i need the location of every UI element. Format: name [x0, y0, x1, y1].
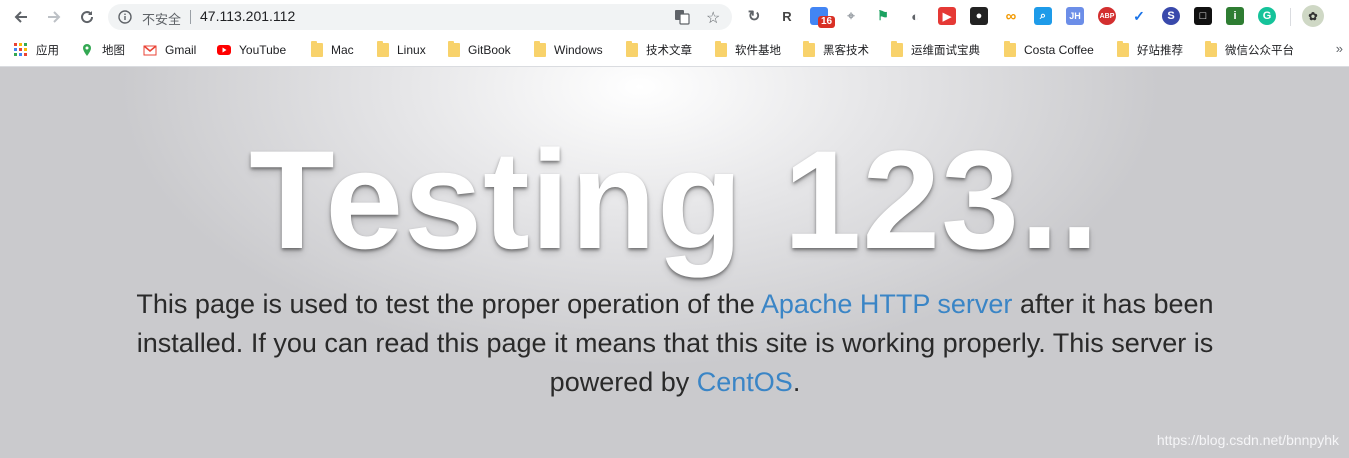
bookmark-gmail[interactable]: Gmail	[143, 41, 196, 59]
bookmark-folder-software[interactable]: 软件基地	[715, 41, 781, 59]
security-label[interactable]: 不安全	[142, 9, 181, 28]
bookmarks-overflow-button[interactable]: »	[1336, 41, 1343, 56]
forward-button[interactable]	[42, 6, 66, 28]
extension-dark-icon[interactable]: ●	[970, 7, 988, 25]
extension-grammarly-icon[interactable]: G	[1258, 7, 1276, 25]
bookmark-label: Gmail	[165, 43, 197, 57]
apache-link[interactable]: Apache HTTP server	[761, 289, 1013, 319]
bookmark-label: Mac	[331, 43, 354, 57]
bookmark-label: Costa Coffee	[1024, 43, 1094, 57]
bookmark-folder-hacker[interactable]: 黑客技术	[803, 41, 869, 59]
toolbar-divider	[1290, 8, 1291, 26]
bookmark-folder-gitbook[interactable]: GitBook	[448, 41, 511, 59]
bookmark-apps[interactable]: 应用	[14, 41, 59, 59]
bookmark-star-icon[interactable]: ☆	[706, 8, 720, 28]
extension-s-icon[interactable]: S	[1162, 7, 1180, 25]
extension-adblock-icon[interactable]: ABP	[1098, 7, 1116, 25]
extension-info-icon[interactable]: i	[1226, 7, 1244, 25]
bookmark-label: 应用	[36, 43, 59, 57]
lead-paragraph: This page is used to test the proper ope…	[110, 285, 1240, 402]
gmail-icon	[143, 43, 157, 57]
info-icon[interactable]	[118, 10, 132, 24]
extension-check-icon[interactable]: ✓	[1130, 7, 1148, 25]
folder-icon	[448, 41, 460, 57]
url-text[interactable]: 47.113.201.112	[200, 8, 295, 24]
bookmarks-bar: 应用 地图 Gmail YouTube Mac Linux GitBook Wi…	[0, 34, 1349, 67]
bookmark-label: YouTube	[239, 43, 287, 57]
apps-grid-icon	[14, 43, 28, 57]
bookmark-folder-mac[interactable]: Mac	[311, 41, 354, 59]
folder-icon	[1117, 41, 1129, 57]
bookmark-folder-tech-articles[interactable]: 技术文章	[626, 41, 692, 59]
extension-refresh-icon[interactable]: ↻	[745, 7, 763, 25]
lead-text: This page is used to test the proper ope…	[136, 289, 761, 319]
folder-icon	[715, 41, 727, 57]
extension-badge: 16	[818, 16, 836, 28]
back-arrow-icon	[14, 11, 27, 23]
bookmark-folder-costa[interactable]: Costa Coffee	[1004, 41, 1094, 59]
page-headline: Testing 123..	[249, 121, 1100, 278]
bookmark-label: 运维面试宝典	[911, 43, 980, 57]
bookmark-label: 微信公众平台	[1225, 43, 1294, 57]
reload-button[interactable]	[75, 6, 99, 28]
browser-toolbar: 不安全 47.113.201.112 ☆ ↻ R 16 ⌖ ⚑ ◐ ▶ ● ∞ …	[0, 0, 1349, 34]
address-bar[interactable]: 不安全 47.113.201.112 ☆	[108, 4, 732, 30]
bookmark-maps[interactable]: 地图	[80, 41, 125, 59]
reload-icon	[81, 11, 94, 24]
folder-icon	[377, 41, 389, 57]
extension-cursor-icon[interactable]: ⌖	[842, 7, 860, 25]
maps-pin-icon	[80, 43, 94, 57]
folder-icon	[1004, 41, 1016, 57]
back-button[interactable]	[9, 6, 33, 28]
extension-infinity-icon[interactable]: ∞	[1002, 7, 1020, 25]
forward-arrow-icon	[48, 11, 61, 23]
folder-icon	[1205, 41, 1217, 57]
bookmark-label: Windows	[554, 43, 603, 57]
bookmark-youtube[interactable]: YouTube	[217, 41, 286, 59]
bookmark-folder-linux[interactable]: Linux	[377, 41, 426, 59]
centos-link[interactable]: CentOS	[697, 367, 793, 397]
lead-text: .	[792, 367, 801, 397]
profile-avatar-icon[interactable]: ✿	[1302, 5, 1324, 27]
bookmark-folder-windows[interactable]: Windows	[534, 41, 603, 59]
bookmark-label: GitBook	[468, 43, 511, 57]
folder-icon	[534, 41, 546, 57]
translate-icon[interactable]	[674, 9, 690, 25]
extension-search-icon[interactable]: ⌕	[1034, 7, 1052, 25]
bookmark-label: 黑客技术	[823, 43, 869, 57]
extension-r-icon[interactable]: R	[778, 7, 796, 25]
extension-square-icon[interactable]: □	[1194, 7, 1212, 25]
folder-icon	[311, 41, 323, 57]
extension-mouse-icon[interactable]: ◐	[906, 7, 924, 25]
bookmark-folder-wechat[interactable]: 微信公众平台	[1205, 41, 1294, 59]
folder-icon	[891, 41, 903, 57]
folder-icon	[626, 41, 638, 57]
bookmark-label: 软件基地	[735, 43, 781, 57]
extension-video-icon[interactable]: ▶	[938, 7, 956, 25]
bookmark-label: 技术文章	[646, 43, 692, 57]
bookmark-label: 好站推荐	[1137, 43, 1183, 57]
page-content: Testing 123.. This page is used to test …	[0, 67, 1349, 458]
extension-jh-icon[interactable]: JH	[1066, 7, 1084, 25]
youtube-icon	[217, 43, 231, 57]
bookmark-folder-sites[interactable]: 好站推荐	[1117, 41, 1183, 59]
bookmark-label: 地图	[102, 43, 125, 57]
folder-icon	[803, 41, 815, 57]
bookmark-folder-ops[interactable]: 运维面试宝典	[891, 41, 980, 59]
divider	[190, 10, 191, 24]
extension-flag-icon[interactable]: ⚑	[874, 7, 892, 25]
watermark-text: https://blog.csdn.net/bnnpyhk	[1156, 432, 1339, 448]
bookmark-label: Linux	[397, 43, 426, 57]
